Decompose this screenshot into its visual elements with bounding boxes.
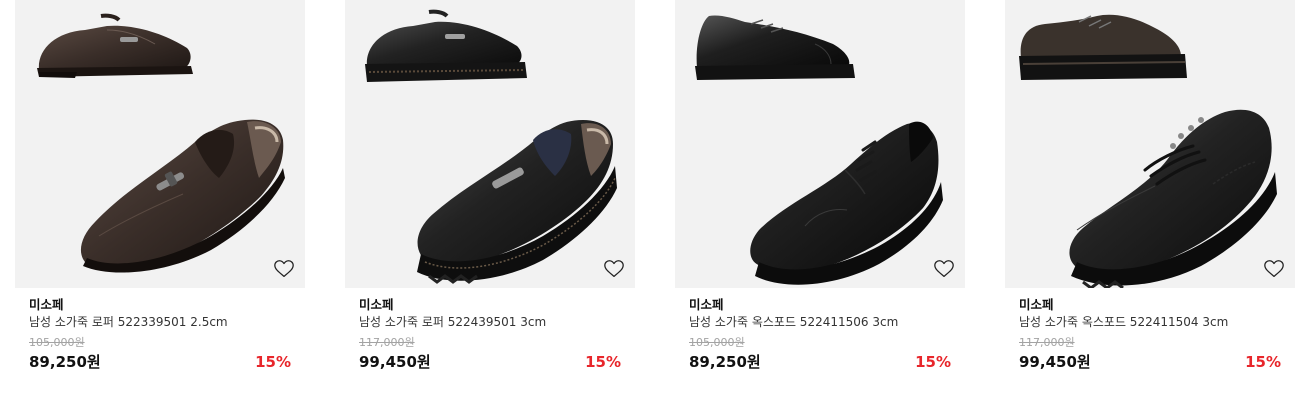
- brand-name[interactable]: 미소페: [689, 296, 951, 313]
- heart-outline-icon[interactable]: [933, 258, 955, 280]
- shoe-side-view: [695, 15, 855, 80]
- shoe-side-view: [1019, 14, 1187, 80]
- sale-price: 99,450원: [1019, 353, 1091, 371]
- original-price: 117,000원: [1019, 336, 1075, 349]
- product-name[interactable]: 남성 소가죽 로퍼 522439501 3cm: [359, 313, 621, 332]
- product-info: 미소페 남성 소가죽 로퍼 522439501 3cm 117,000원 99,…: [359, 296, 621, 373]
- product-info: 미소페 남성 소가죽 옥스포드 522411504 3cm 117,000원 9…: [1019, 296, 1281, 373]
- product-name[interactable]: 남성 소가죽 옥스포드 522411506 3cm: [689, 313, 951, 332]
- shoe-photo: [365, 9, 617, 284]
- product-info: 미소페 남성 소가죽 로퍼 522339501 2.5cm 105,000원 8…: [29, 296, 291, 373]
- price-row: 99,450원 15%: [1019, 351, 1281, 373]
- sale-price: 89,250원: [29, 353, 101, 371]
- shoe-photo: [1019, 14, 1277, 288]
- shoe-side-view: [37, 13, 193, 78]
- discount-rate: 15%: [1245, 353, 1281, 371]
- product-card[interactable]: 미소페 남성 소가죽 로퍼 522439501 3cm 117,000원 99,…: [345, 0, 635, 407]
- product-grid: 미소페 남성 소가죽 로퍼 522339501 2.5cm 105,000원 8…: [0, 0, 1304, 407]
- shoe-angled-view: [1069, 109, 1277, 288]
- product-image[interactable]: [345, 0, 635, 288]
- product-image[interactable]: [675, 0, 965, 288]
- sale-price: 99,450원: [359, 353, 431, 371]
- price-row: 99,450원 15%: [359, 351, 621, 373]
- sale-price: 89,250원: [689, 353, 761, 371]
- discount-rate: 15%: [915, 353, 951, 371]
- shoe-side-view: [365, 9, 527, 82]
- product-info: 미소페 남성 소가죽 옥스포드 522411506 3cm 105,000원 8…: [689, 296, 951, 373]
- shoe-angled-view: [750, 121, 943, 285]
- product-image[interactable]: [15, 0, 305, 288]
- product-name[interactable]: 남성 소가죽 옥스포드 522411504 3cm: [1019, 313, 1281, 332]
- discount-rate: 15%: [255, 353, 291, 371]
- heart-outline-icon[interactable]: [1263, 258, 1285, 280]
- brand-name[interactable]: 미소페: [1019, 296, 1281, 313]
- product-card[interactable]: 미소페 남성 소가죽 옥스포드 522411504 3cm 117,000원 9…: [1005, 0, 1295, 407]
- heart-outline-icon[interactable]: [603, 258, 625, 280]
- product-image[interactable]: [1005, 0, 1295, 288]
- product-name[interactable]: 남성 소가죽 로퍼 522339501 2.5cm: [29, 313, 291, 332]
- price-row: 89,250원 15%: [29, 351, 291, 373]
- shoe-photo: [695, 15, 943, 285]
- original-price: 117,000원: [359, 336, 415, 349]
- brand-name[interactable]: 미소페: [359, 296, 621, 313]
- discount-rate: 15%: [585, 353, 621, 371]
- heart-outline-icon[interactable]: [273, 258, 295, 280]
- original-price: 105,000원: [689, 336, 745, 349]
- product-card[interactable]: 미소페 남성 소가죽 옥스포드 522411506 3cm 105,000원 8…: [675, 0, 965, 407]
- shoe-angled-view: [80, 119, 285, 273]
- original-price: 105,000원: [29, 336, 85, 349]
- price-row: 89,250원 15%: [689, 351, 951, 373]
- product-card[interactable]: 미소페 남성 소가죽 로퍼 522339501 2.5cm 105,000원 8…: [15, 0, 305, 407]
- shoe-angled-view: [417, 120, 617, 284]
- brand-name[interactable]: 미소페: [29, 296, 291, 313]
- shoe-photo: [37, 13, 285, 273]
